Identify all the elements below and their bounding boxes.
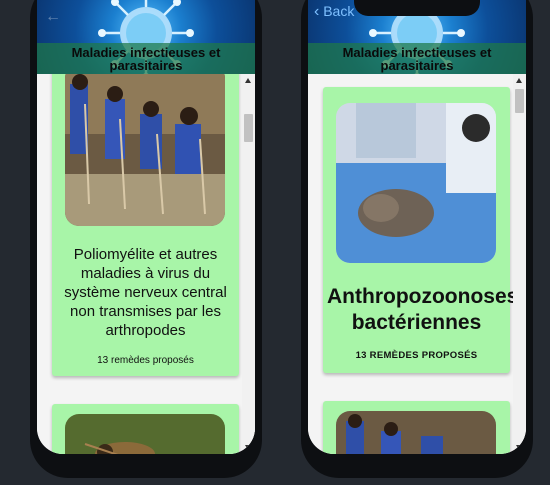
scroll-down-icon[interactable] [245, 445, 251, 450]
chevron-left-icon[interactable]: ← [45, 8, 61, 26]
list-scrollbar[interactable] [513, 74, 526, 454]
category-card[interactable] [323, 401, 510, 454]
page-title: Maladies infectieuses et parasitaires [308, 43, 526, 74]
category-list[interactable]: Poliomyélite et autres maladies à virus … [37, 74, 255, 454]
card-title: Anthropozoonoses bactériennes [327, 285, 519, 334]
card-photo [65, 74, 225, 226]
scroll-up-icon[interactable] [245, 78, 251, 83]
scrollbar-thumb[interactable] [515, 89, 524, 113]
app-header: ← Maladies infectieuses et parasitaires [37, 0, 255, 74]
app-screen-left: ← Maladies infectieuses et parasitaires [37, 0, 255, 454]
scroll-up-icon[interactable] [516, 78, 522, 83]
scrollbar-thumb[interactable] [244, 114, 253, 142]
phone-frame-right: ‹ Back Maladies infectieuses et parasita… [301, 0, 533, 478]
category-card[interactable] [52, 404, 239, 454]
card-title: Poliomyélite et autres maladies à virus … [64, 246, 227, 339]
card-count: 13 remèdes proposés [97, 355, 194, 366]
app-header: ‹ Back Maladies infectieuses et parasita… [308, 0, 526, 74]
category-list[interactable]: Anthropozoonoses bactériennes 13 REMÈDES… [308, 74, 526, 454]
category-card[interactable]: Poliomyélite et autres maladies à virus … [52, 74, 239, 376]
device-notch [354, 0, 480, 16]
back-button[interactable]: ‹ Back [314, 3, 354, 21]
card-photo [336, 103, 496, 263]
card-photo [65, 414, 225, 454]
back-label: Back [323, 3, 355, 19]
category-card[interactable]: Anthropozoonoses bactériennes 13 REMÈDES… [323, 87, 519, 373]
chevron-left-icon: ‹ [314, 3, 320, 20]
list-scrollbar[interactable] [242, 74, 255, 454]
scroll-down-icon[interactable] [516, 445, 522, 450]
phone-frame-left: ← Maladies infectieuses et parasitaires [30, 0, 262, 478]
app-screen-right: ‹ Back Maladies infectieuses et parasita… [308, 0, 526, 454]
card-photo [336, 411, 496, 454]
card-count: 13 REMÈDES PROPOSÉS [355, 350, 478, 361]
page-title: Maladies infectieuses et parasitaires [37, 43, 255, 74]
